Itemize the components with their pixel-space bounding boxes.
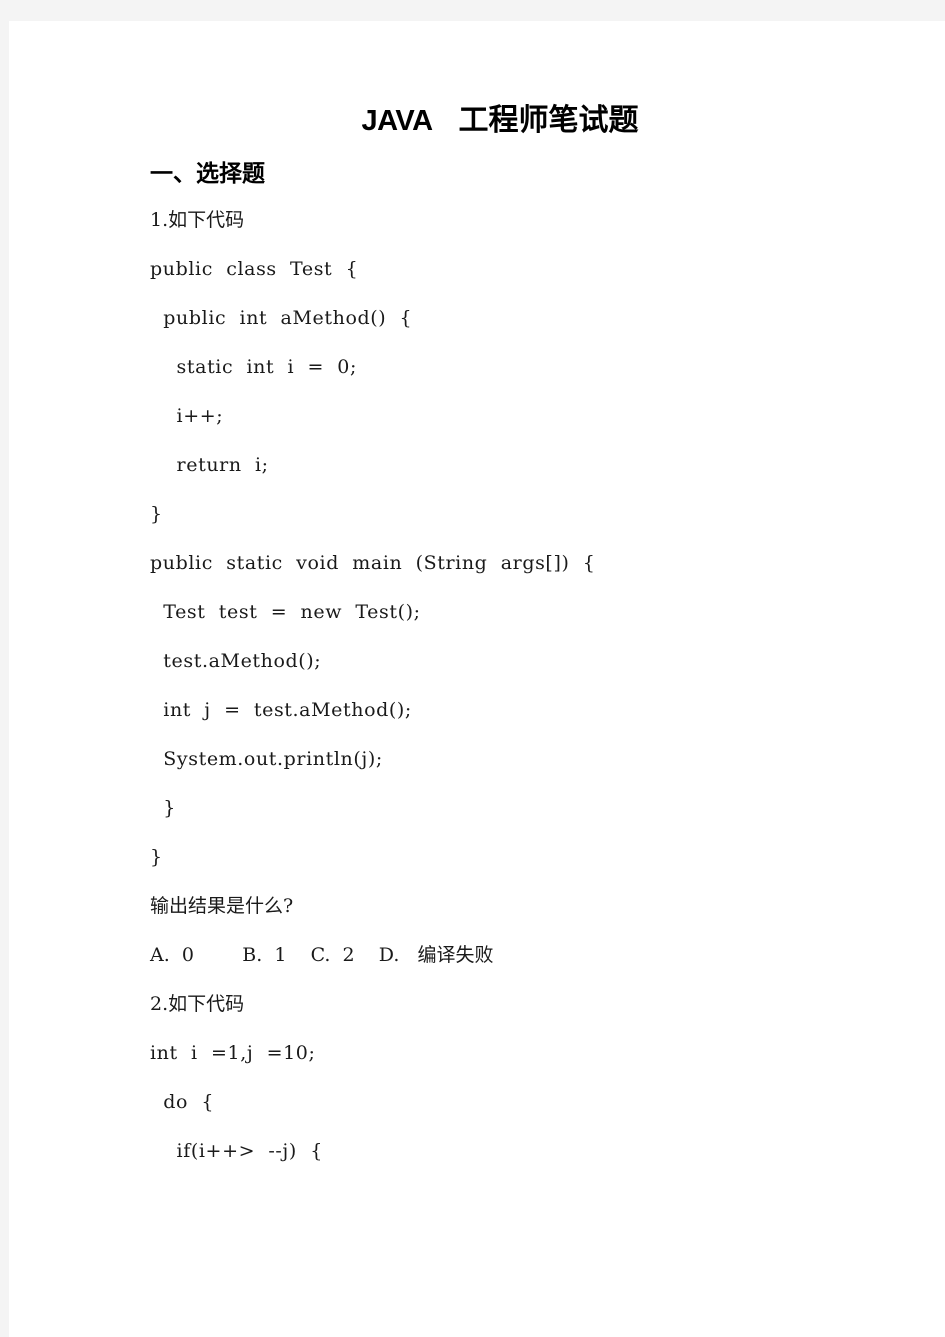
question-2-code-line: do { (150, 1091, 215, 1114)
question-1-code-line: } (150, 503, 163, 526)
question-2: 2.如下代码 int i =1,j =10; do { if(i++> --j)… (150, 980, 850, 1176)
section-heading: 一、选择题 (150, 161, 265, 187)
document-page: JAVA 工程师笔试题 一、选择题 1.如下代码 public class Tes… (9, 21, 945, 1337)
question-1-code-line: test.aMethod(); (150, 650, 322, 673)
question-2-code-line: if(i++> --j) { (150, 1140, 323, 1163)
page-background: JAVA 工程师笔试题 一、选择题 1.如下代码 public class Tes… (0, 0, 945, 1337)
question-1-code-line: public static void main (String args[]) … (150, 552, 596, 575)
question-2-code-line: int i =1,j =10; (150, 1042, 316, 1065)
question-1-code-line: } (150, 797, 176, 820)
question-1-code-line: return i; (150, 454, 269, 477)
question-1-code-line: Test test = new Test(); (150, 601, 421, 624)
question-1-code-line: public int aMethod() { (150, 307, 413, 330)
question-2-label: 2.如下代码 (150, 993, 245, 1016)
page-title-cjk: 工程师笔试题 (458, 103, 639, 138)
question-1-code-line: } (150, 846, 163, 869)
question-1-label: 1.如下代码 (150, 209, 245, 232)
page-title: JAVA 工程师笔试题 (200, 21, 800, 136)
question-1-options: A. 0 B. 1 C. 2 D. 编译失败 (150, 944, 494, 967)
question-1-code-line: public class Test { (150, 258, 359, 281)
question-1: 1.如下代码 public class Test { public int aM… (150, 196, 850, 980)
page-title-latin: JAVA (361, 105, 433, 137)
question-1-code-line: int j = test.aMethod(); (150, 699, 412, 722)
document-body: JAVA 工程师笔试题 一、选择题 1.如下代码 public class Tes… (150, 21, 850, 1176)
question-1-code-line: System.out.println(j); (150, 748, 383, 771)
question-1-code-line: i++; (150, 405, 224, 428)
question-1-code-line: static int i = 0; (150, 356, 357, 379)
question-1-prompt: 输出结果是什么? (150, 895, 294, 918)
